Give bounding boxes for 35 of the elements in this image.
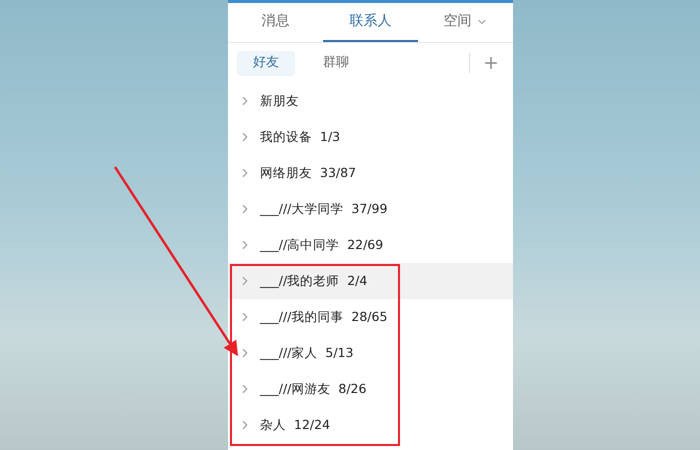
tab[interactable]: 空间 (418, 3, 513, 42)
group-count: 5/13 (325, 344, 354, 362)
contact-group-row[interactable]: ___///我的同事 28/65 (228, 299, 513, 335)
group-count: 33/87 (320, 164, 356, 182)
add-icon[interactable] (482, 54, 500, 72)
group-name: 我的设备 (260, 128, 312, 146)
group-name: ___///家人 (260, 344, 318, 362)
contact-group-row[interactable]: 新朋友 (228, 83, 513, 119)
group-name: ___//高中同学 (260, 236, 340, 254)
group-count: 12/24 (294, 416, 330, 434)
contact-group-row[interactable]: ___///家人 5/13 (228, 335, 513, 371)
group-name: ___///我的同事 (260, 308, 344, 326)
group-name: ___///大学同学 (260, 200, 344, 218)
group-name: 杂人 (260, 416, 286, 434)
subtab[interactable]: 好友 (237, 50, 295, 76)
group-name: ___//我的老师 (260, 272, 340, 290)
contact-group-row[interactable]: ___//高中同学 22/69 (228, 227, 513, 263)
contact-group-row[interactable]: ___///大学同学 37/99 (228, 191, 513, 227)
group-count: 22/69 (347, 236, 384, 254)
contact-group-row[interactable]: 我的设备 1/3 (228, 119, 513, 155)
group-name: ___///网游友 (260, 380, 330, 398)
contact-group-row[interactable]: ___///网游友 8/26 (228, 371, 513, 407)
group-name: 网络朋友 (260, 164, 312, 182)
group-count: 37/99 (351, 200, 388, 218)
group-name: 新朋友 (260, 92, 299, 110)
group-count: 2/4 (347, 272, 368, 290)
group-count: 1/3 (320, 128, 340, 146)
contact-group-row[interactable]: ___//我的老师 2/4 (228, 263, 513, 299)
group-count: 8/26 (338, 380, 366, 398)
contact-group-row[interactable]: 网络朋友 33/87 (228, 155, 513, 191)
contact-group-row[interactable]: 杂人 12/24 (228, 407, 513, 443)
tab[interactable]: 消息 (228, 3, 323, 42)
tab[interactable]: 联系人 (323, 3, 418, 42)
group-count: 28/65 (351, 308, 388, 326)
subtab[interactable]: 群聊 (307, 50, 365, 76)
